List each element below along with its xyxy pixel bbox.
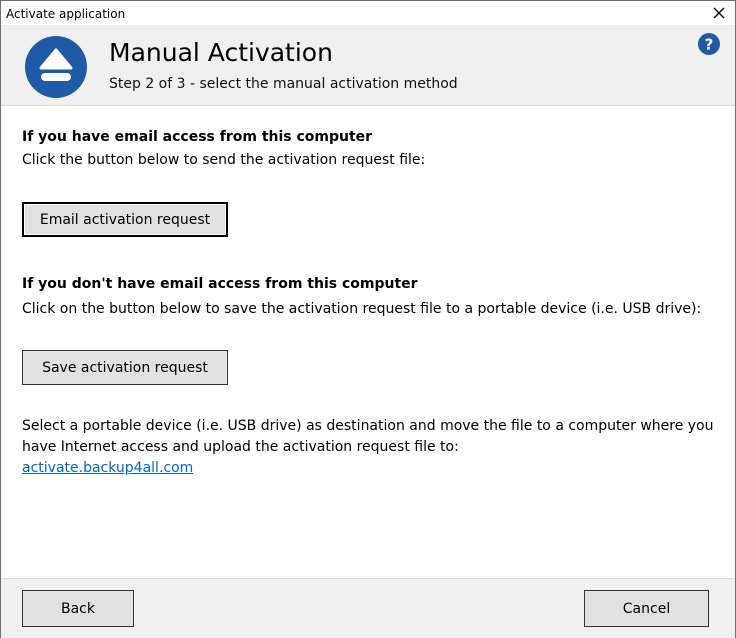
email-activation-request-button[interactable]: Email activation request bbox=[22, 202, 228, 237]
window-title: Activate application bbox=[6, 7, 126, 21]
instruction-line-2: have Internet access and upload the acti… bbox=[22, 439, 459, 455]
activation-link[interactable]: activate.backup4all.com bbox=[22, 460, 193, 476]
save-section-heading: If you don't have email access from this… bbox=[22, 276, 418, 292]
content-area: If you have email access from this compu… bbox=[1, 106, 735, 578]
title-bar: Activate application bbox=[1, 1, 735, 25]
cancel-button[interactable]: Cancel bbox=[584, 590, 709, 627]
close-button[interactable] bbox=[707, 3, 731, 23]
page-subtitle: Step 2 of 3 - select the manual activati… bbox=[109, 76, 458, 92]
activate-dialog: Activate application Manual Activation S… bbox=[0, 0, 736, 638]
email-section-heading: If you have email access from this compu… bbox=[22, 129, 373, 145]
help-icon[interactable]: ? bbox=[698, 33, 720, 55]
email-section-instruction: Click the button below to send the activ… bbox=[22, 152, 426, 168]
back-button[interactable]: Back bbox=[22, 590, 134, 627]
page-title: Manual Activation bbox=[109, 38, 333, 67]
save-section-instruction: Click on the button below to save the ac… bbox=[22, 301, 702, 317]
svg-text:?: ? bbox=[705, 36, 714, 54]
upload-eject-icon bbox=[25, 36, 87, 98]
footer-bar: Back Cancel bbox=[1, 578, 735, 638]
instruction-line-1: Select a portable device (i.e. USB drive… bbox=[22, 418, 714, 434]
close-icon bbox=[713, 7, 725, 19]
header-panel: Manual Activation Step 2 of 3 - select t… bbox=[1, 25, 735, 106]
save-activation-request-button[interactable]: Save activation request bbox=[22, 350, 228, 385]
